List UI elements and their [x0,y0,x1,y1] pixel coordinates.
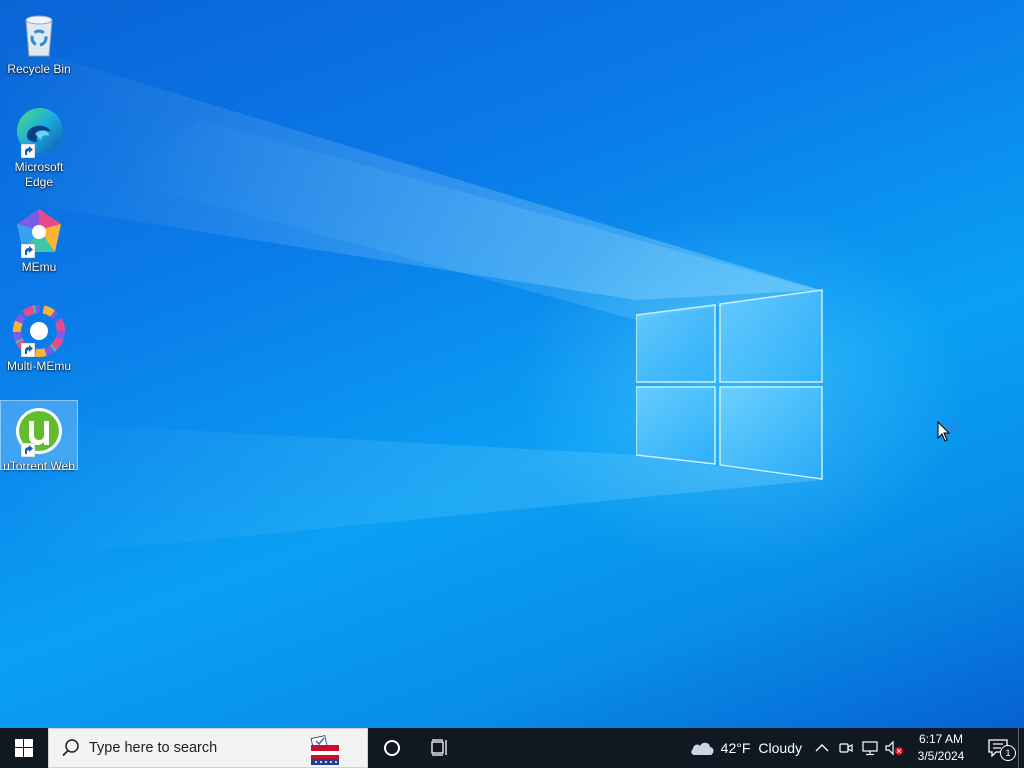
shortcut-arrow-icon [21,144,35,158]
edge-icon [13,106,65,158]
tray-network[interactable] [858,728,882,768]
task-view-icon [431,739,447,756]
multi-memu-icon [13,305,65,357]
desktop-icon-memu[interactable]: MEmu [0,202,78,275]
desktop-icon-microsoft-edge[interactable]: Microsoft Edge [0,102,78,190]
desktop-icon-label: MEmu [21,260,57,274]
wallpaper-light-beams [0,40,820,560]
windows-wallpaper-logo [636,289,823,480]
weather-widget[interactable]: 42°F Cloudy [689,728,802,768]
ballot-box-icon[interactable] [307,731,343,767]
show-desktop-button[interactable] [1018,728,1024,768]
memu-icon [13,206,65,258]
taskbar: Type here to search 42°F Cloudy 6:17 AM … [0,728,1024,768]
cortana-circle-icon [384,740,400,756]
busy-pointer-icon [937,421,958,442]
recycle-bin-icon [13,8,65,60]
desktop-icon-label: Multi-MEmu [6,359,71,373]
desktop-icon-label: Recycle Bin [7,62,71,76]
clock-time: 6:17 AM [918,732,964,746]
network-icon [862,741,878,756]
desktop-icon-multi-memu[interactable]: Multi-MEmu [0,301,78,374]
desktop-icon-label: Microsoft Edge [14,160,64,189]
task-view-button[interactable] [416,728,464,768]
shortcut-arrow-icon [21,244,35,258]
desktop-icon-utorrent-web[interactable]: uTorrent Web [0,400,78,473]
clock-date: 3/5/2024 [917,749,965,763]
utorrent-icon [13,405,65,457]
meet-now-icon [839,743,853,753]
start-button[interactable] [0,728,48,768]
volume-muted-icon [885,740,903,756]
weather-condition: Cloudy [758,740,802,756]
tray-volume[interactable] [882,728,906,768]
cortana-button[interactable] [368,728,416,768]
weather-temperature: 42°F [720,740,751,756]
show-hidden-icons-button[interactable] [810,728,834,768]
windows-logo-icon [15,739,33,757]
desktop-icon-recycle-bin[interactable]: Recycle Bin [0,4,78,77]
shortcut-arrow-icon [21,443,35,457]
taskbar-clock[interactable]: 6:17 AM 3/5/2024 [910,731,972,765]
cloudy-icon [690,742,714,755]
taskbar-search-box[interactable]: Type here to search [48,728,368,768]
desktop[interactable]: Recycle Bin Microsoft Edge MEmu Multi-ME… [0,0,1024,728]
shortcut-arrow-icon [21,343,35,357]
search-placeholder: Type here to search [89,740,218,756]
notification-count-badge: 1 [1000,745,1016,761]
action-center-button[interactable]: 1 [978,728,1018,768]
search-icon [62,739,79,757]
chevron-up-icon [815,744,829,752]
desktop-icon-label: uTorrent Web [3,459,75,473]
tray-meet-now[interactable] [834,728,858,768]
